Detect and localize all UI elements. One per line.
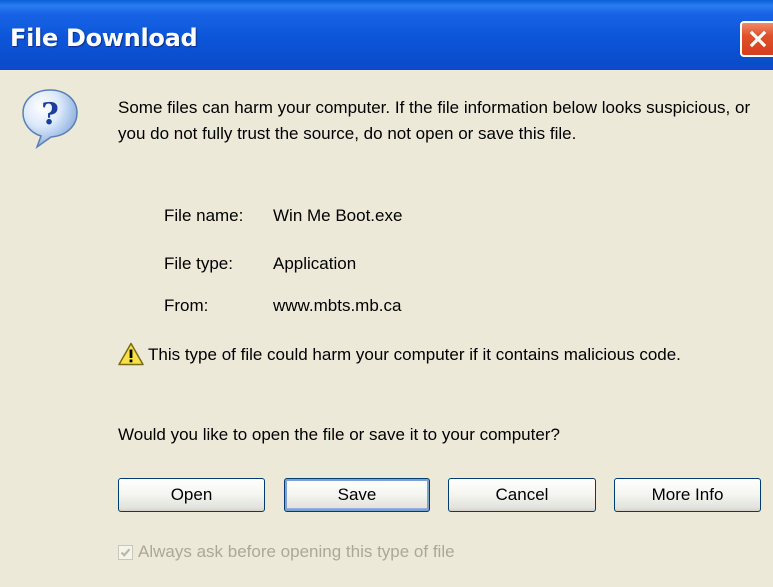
save-button[interactable]: Save: [284, 478, 430, 512]
open-button-label: Open: [170, 485, 213, 504]
cancel-button-label: Cancel: [495, 485, 549, 504]
always-ask-checkbox-row: Always ask before opening this type of f…: [118, 541, 455, 563]
svg-text:?: ?: [41, 97, 59, 132]
always-ask-checkbox: [118, 544, 133, 560]
close-button[interactable]: [740, 21, 773, 57]
cancel-button[interactable]: Cancel: [448, 478, 596, 512]
dialog-title: File Download: [10, 24, 198, 52]
file-name-value: Win Me Boot.exe: [273, 206, 403, 225]
file-from-value: www.mbts.mb.ca: [273, 296, 402, 315]
checkmark-icon: [120, 547, 131, 557]
file-name-label: File name:: [164, 206, 244, 225]
file-download-dialog: File Download ? Some files can harm your…: [0, 0, 773, 587]
dialog-body: ? Some files can harm your computer. If …: [0, 70, 773, 587]
open-button[interactable]: Open: [118, 478, 265, 512]
more-info-button[interactable]: More Info: [614, 478, 761, 512]
file-from-label: From:: [164, 296, 209, 315]
security-warning-message: Some files can harm your computer. If th…: [118, 98, 751, 143]
open-or-save-prompt: Would you like to open the file or save …: [118, 425, 560, 444]
save-button-label: Save: [337, 485, 377, 504]
file-type-value: Application: [273, 254, 357, 273]
more-info-button-label: More Info: [651, 485, 724, 504]
close-icon: [749, 30, 766, 48]
always-ask-label: Always ask before opening this type of f…: [138, 542, 455, 561]
file-type-label: File type:: [164, 254, 233, 273]
title-bar[interactable]: File Download: [0, 0, 773, 70]
help-question-icon: ?: [22, 89, 78, 150]
harm-caution-text: This type of file could harm your comput…: [148, 345, 681, 364]
warning-triangle-icon: [118, 342, 144, 366]
